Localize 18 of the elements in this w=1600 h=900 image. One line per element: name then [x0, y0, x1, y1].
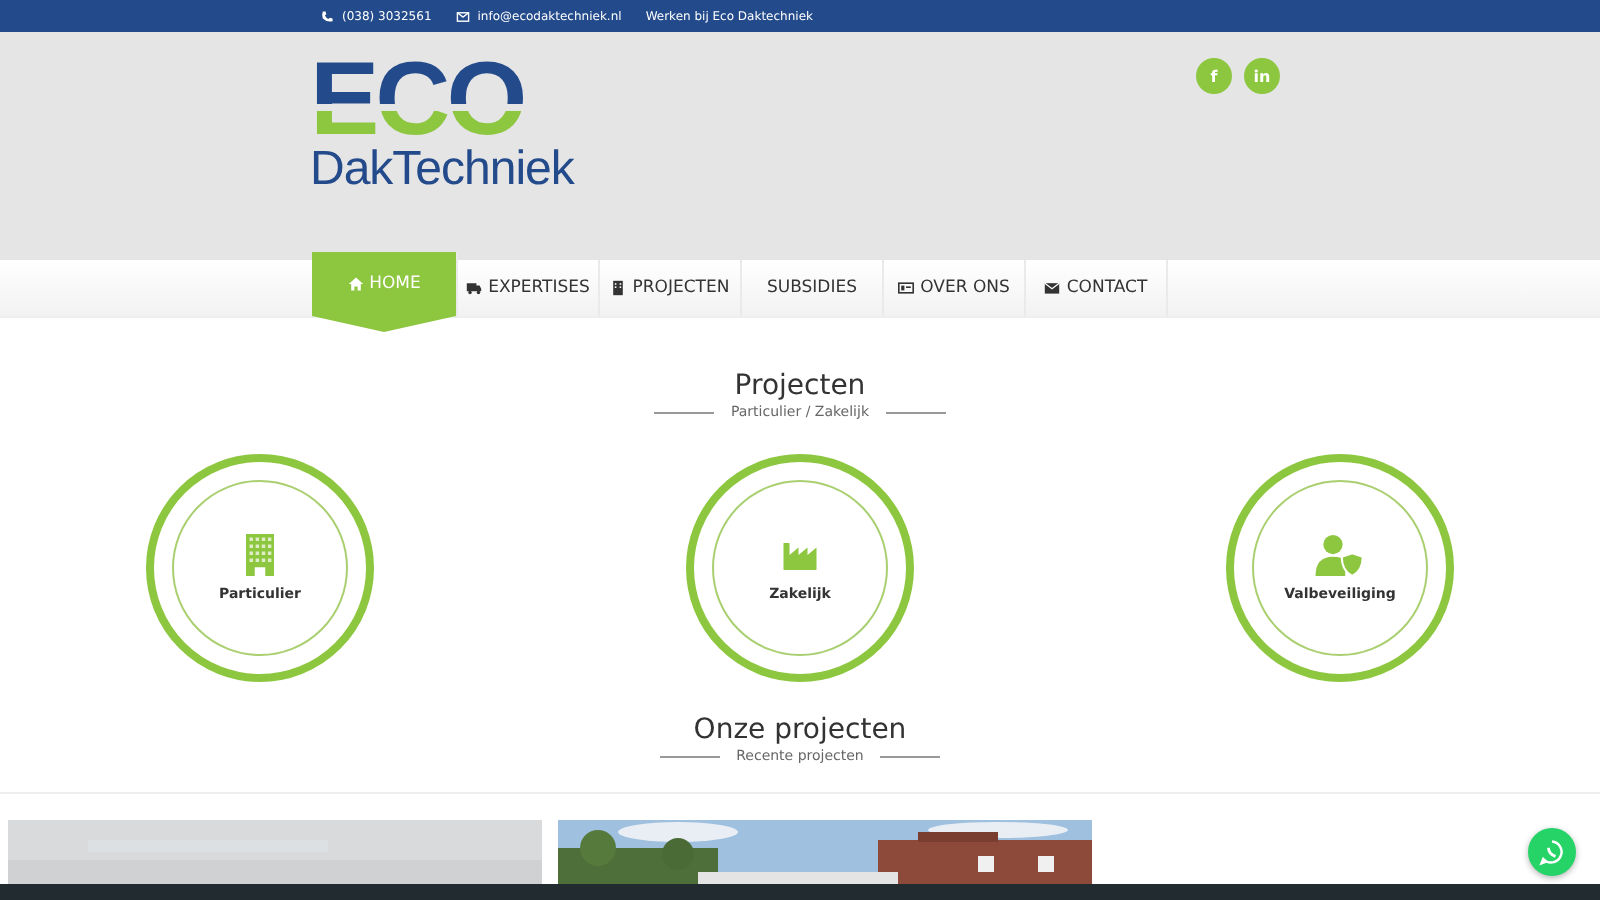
nav-item[interactable]: CONTACT	[1026, 260, 1168, 316]
envelope-icon	[1044, 280, 1061, 296]
section-title: Onze projecten	[693, 714, 907, 746]
nav-item[interactable]: PROJECTEN	[600, 260, 742, 316]
building-icon	[242, 534, 278, 576]
home-icon	[347, 276, 364, 292]
chat-bubble-icon	[1538, 838, 1566, 866]
id-card-icon	[898, 280, 915, 296]
whatsapp-button[interactable]	[1528, 828, 1576, 876]
nav-item[interactable]: EXPERTISES	[458, 260, 600, 316]
nav-item[interactable]: SUBSIDIES	[742, 260, 884, 316]
nav-item[interactable]: OVER ONS	[884, 260, 1026, 316]
phone-icon	[320, 9, 334, 23]
truck-icon	[466, 280, 483, 296]
building-icon	[610, 280, 627, 296]
user-shield-icon	[1314, 534, 1366, 576]
section-title: Projecten	[734, 370, 866, 402]
envelope-icon	[455, 9, 470, 23]
